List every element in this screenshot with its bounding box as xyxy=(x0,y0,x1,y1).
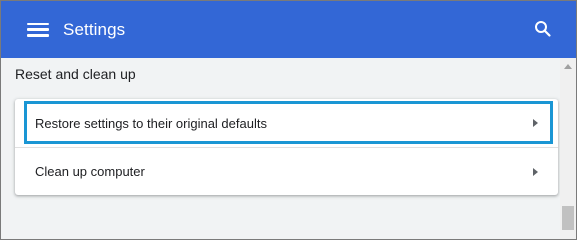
page-title: Settings xyxy=(63,19,126,39)
hamburger-menu-icon[interactable] xyxy=(27,21,49,39)
scroll-up-arrow-icon[interactable] xyxy=(564,64,572,69)
restore-defaults-row[interactable]: Restore settings to their original defau… xyxy=(15,99,558,147)
search-icon[interactable] xyxy=(534,20,552,38)
chevron-right-icon xyxy=(533,119,538,127)
chevron-right-icon xyxy=(533,167,538,176)
clean-up-computer-label: Clean up computer xyxy=(35,164,145,179)
top-app-bar: Settings xyxy=(1,1,576,58)
restore-defaults-label: Restore settings to their original defau… xyxy=(35,115,267,131)
scrollbar-thumb[interactable] xyxy=(562,206,574,230)
settings-window: Settings Reset and clean up Restore sett… xyxy=(0,0,577,240)
section-title: Reset and clean up xyxy=(15,66,136,82)
clean-up-computer-row[interactable]: Clean up computer xyxy=(15,147,558,195)
reset-cleanup-card: Restore settings to their original defau… xyxy=(15,99,558,195)
vertical-scrollbar[interactable] xyxy=(560,58,576,239)
settings-content: Reset and clean up Restore settings to t… xyxy=(1,58,561,239)
